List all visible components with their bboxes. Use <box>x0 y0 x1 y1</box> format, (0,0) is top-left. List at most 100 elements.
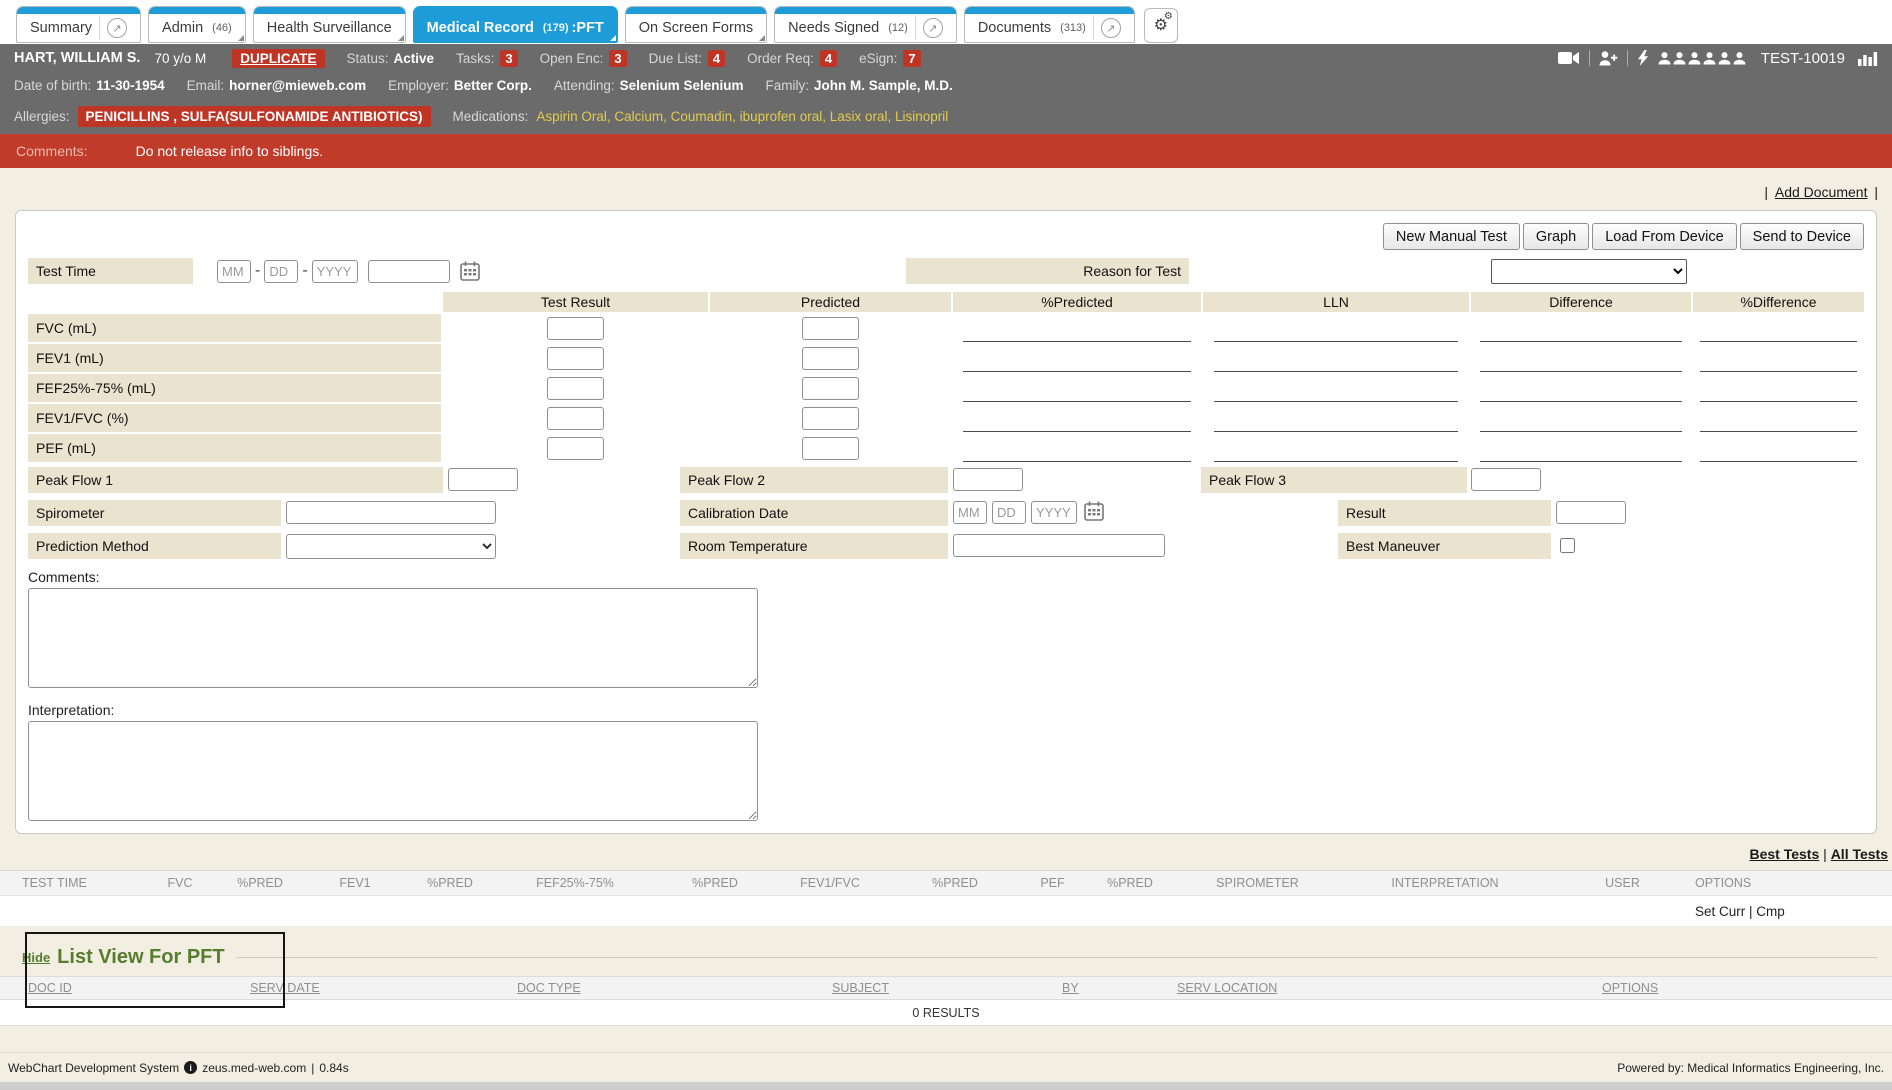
row-label-fvc: FVC (mL) <box>28 314 441 342</box>
header-interpretation: INTERPRETATION <box>1340 876 1550 890</box>
fev1-predicted-input[interactable] <box>802 347 859 370</box>
tasks-label: Tasks: <box>456 51 494 66</box>
footer-powered-by: Powered by: Medical Informatics Engineer… <box>1617 1061 1884 1075</box>
user-icon <box>1673 52 1686 65</box>
row-label-fev1-fvc: FEV1/FVC (%) <box>28 404 441 432</box>
hide-link[interactable]: Hide <box>22 950 50 965</box>
tab-needs-signed-count: (12) <box>888 22 908 34</box>
lightning-icon[interactable] <box>1637 50 1649 66</box>
calendar-icon[interactable] <box>460 261 480 281</box>
send-to-device-button[interactable]: Send to Device <box>1740 223 1864 250</box>
add-document-link[interactable]: Add Document <box>1775 184 1868 200</box>
prediction-method-select[interactable] <box>286 534 496 559</box>
tab-medical-record[interactable]: Medical Record (179) :PFT <box>413 6 618 43</box>
main-content: | Add Document | New Manual Test Graph L… <box>0 168 1892 1052</box>
header-serv-date[interactable]: SERV DATE <box>250 981 517 995</box>
header-pred-2: %PRED <box>410 876 490 890</box>
tab-medical-record-count: (179) <box>543 22 569 34</box>
fev1-fvc-predicted-input[interactable] <box>802 407 859 430</box>
all-tests-link[interactable]: All Tests <box>1831 846 1888 862</box>
tasks-count-badge[interactable]: 3 <box>500 50 517 67</box>
medications-list[interactable]: Aspirin Oral, Calcium, Coumadin, ibuprof… <box>536 109 948 124</box>
list-view-legend: Hide List View For PFT <box>0 938 1892 976</box>
tab-needs-signed[interactable]: Needs Signed (12) ↗ <box>774 6 957 43</box>
tab-admin[interactable]: Admin (46) <box>148 6 246 43</box>
pef-percent-predicted-line <box>963 436 1191 462</box>
settings-gear-button[interactable]: ⚙ ⚙ <box>1144 8 1178 43</box>
video-camera-icon[interactable] <box>1558 51 1580 65</box>
esign-count-badge[interactable]: 7 <box>903 50 920 67</box>
graph-button[interactable]: Graph <box>1523 223 1589 250</box>
best-maneuver-checkbox[interactable] <box>1560 538 1575 553</box>
email-value[interactable]: horner@mieweb.com <box>229 78 366 93</box>
peak-flow-1-input[interactable] <box>448 468 518 491</box>
add-user-icon[interactable] <box>1599 51 1618 66</box>
peak-flow-2-input[interactable] <box>953 468 1023 491</box>
external-link-icon[interactable]: ↗ <box>1101 18 1121 38</box>
tab-documents[interactable]: Documents (313) ↗ <box>964 6 1135 43</box>
test-time-day-input[interactable] <box>264 260 298 283</box>
document-table-header: DOC ID SERV DATE DOC TYPE SUBJECT BY SER… <box>0 976 1892 1000</box>
care-team-users <box>1658 52 1746 65</box>
col-header-test-result: Test Result <box>443 292 708 312</box>
header-serv-location[interactable]: SERV LOCATION <box>1177 981 1602 995</box>
fef25-75-predicted-input[interactable] <box>802 377 859 400</box>
fef25-75-test-result-input[interactable] <box>547 377 604 400</box>
open-enc-count-badge[interactable]: 3 <box>609 50 626 67</box>
tab-health-surveillance[interactable]: Health Surveillance <box>253 6 406 43</box>
calendar-icon[interactable] <box>1084 501 1104 521</box>
footer-app-name: WebChart Development System <box>8 1061 179 1075</box>
patient-age-sex: 70 y/o M <box>154 51 206 66</box>
result-input[interactable] <box>1556 501 1626 524</box>
external-link-icon[interactable]: ↗ <box>107 18 127 38</box>
bottom-strip <box>0 1082 1892 1090</box>
due-list-label: Due List: <box>649 51 702 66</box>
pef-test-result-input[interactable] <box>547 437 604 460</box>
order-req-count-badge[interactable]: 4 <box>820 50 837 67</box>
best-tests-link[interactable]: Best Tests <box>1749 846 1819 862</box>
due-list-count-badge[interactable]: 4 <box>708 50 725 67</box>
calibration-month-input[interactable] <box>953 501 987 524</box>
date-separator: - <box>302 262 307 280</box>
add-document-row: | Add Document | <box>0 168 1892 200</box>
peak-flow-3-input[interactable] <box>1471 468 1541 491</box>
allergies-badge[interactable]: PENICILLINS , SULFA(SULFONAMIDE ANTIBIOT… <box>78 106 431 127</box>
room-temperature-input[interactable] <box>953 534 1165 557</box>
test-time-month-input[interactable] <box>217 260 251 283</box>
bar-chart-icon[interactable] <box>1858 50 1878 66</box>
set-curr-cmp-links[interactable]: Set Curr | Cmp <box>1695 904 1785 919</box>
row-label-pef: PEF (mL) <box>28 434 441 462</box>
header-pred-4: %PRED <box>890 876 1020 890</box>
interpretation-textarea[interactable] <box>28 721 758 821</box>
header-fef25-75: FEF25%-75% <box>490 876 660 890</box>
fvc-predicted-input[interactable] <box>802 317 859 340</box>
test-time-time-input[interactable] <box>368 260 450 283</box>
external-link-icon[interactable]: ↗ <box>923 18 943 38</box>
interpretation-field-label: Interpretation: <box>28 702 1864 718</box>
header-doc-options[interactable]: OPTIONS <box>1602 981 1892 995</box>
header-by[interactable]: BY <box>1062 981 1177 995</box>
calibration-day-input[interactable] <box>992 501 1026 524</box>
tab-admin-count: (46) <box>212 22 232 34</box>
fvc-test-result-input[interactable] <box>547 317 604 340</box>
prediction-method-label: Prediction Method <box>28 533 281 559</box>
info-icon[interactable]: i <box>184 1061 197 1074</box>
pef-predicted-input[interactable] <box>802 437 859 460</box>
fev1-fvc-test-result-input[interactable] <box>547 407 604 430</box>
header-fev1: FEV1 <box>300 876 410 890</box>
duplicate-badge[interactable]: DUPLICATE <box>232 49 324 68</box>
header-subject[interactable]: SUBJECT <box>832 981 1062 995</box>
calibration-year-input[interactable] <box>1031 501 1077 524</box>
tab-on-screen-forms[interactable]: On Screen Forms <box>625 6 767 43</box>
spirometer-input[interactable] <box>286 501 496 524</box>
header-doc-type[interactable]: DOC TYPE <box>517 981 832 995</box>
reason-for-test-select[interactable] <box>1491 259 1687 284</box>
header-doc-id[interactable]: DOC ID <box>28 981 250 995</box>
fev1-test-result-input[interactable] <box>547 347 604 370</box>
document-table-empty-row: 0 RESULTS <box>0 1000 1892 1026</box>
test-time-year-input[interactable] <box>312 260 358 283</box>
comments-textarea[interactable] <box>28 588 758 688</box>
new-manual-test-button[interactable]: New Manual Test <box>1383 223 1520 250</box>
tab-summary[interactable]: Summary ↗ <box>16 6 141 43</box>
load-from-device-button[interactable]: Load From Device <box>1592 223 1736 250</box>
